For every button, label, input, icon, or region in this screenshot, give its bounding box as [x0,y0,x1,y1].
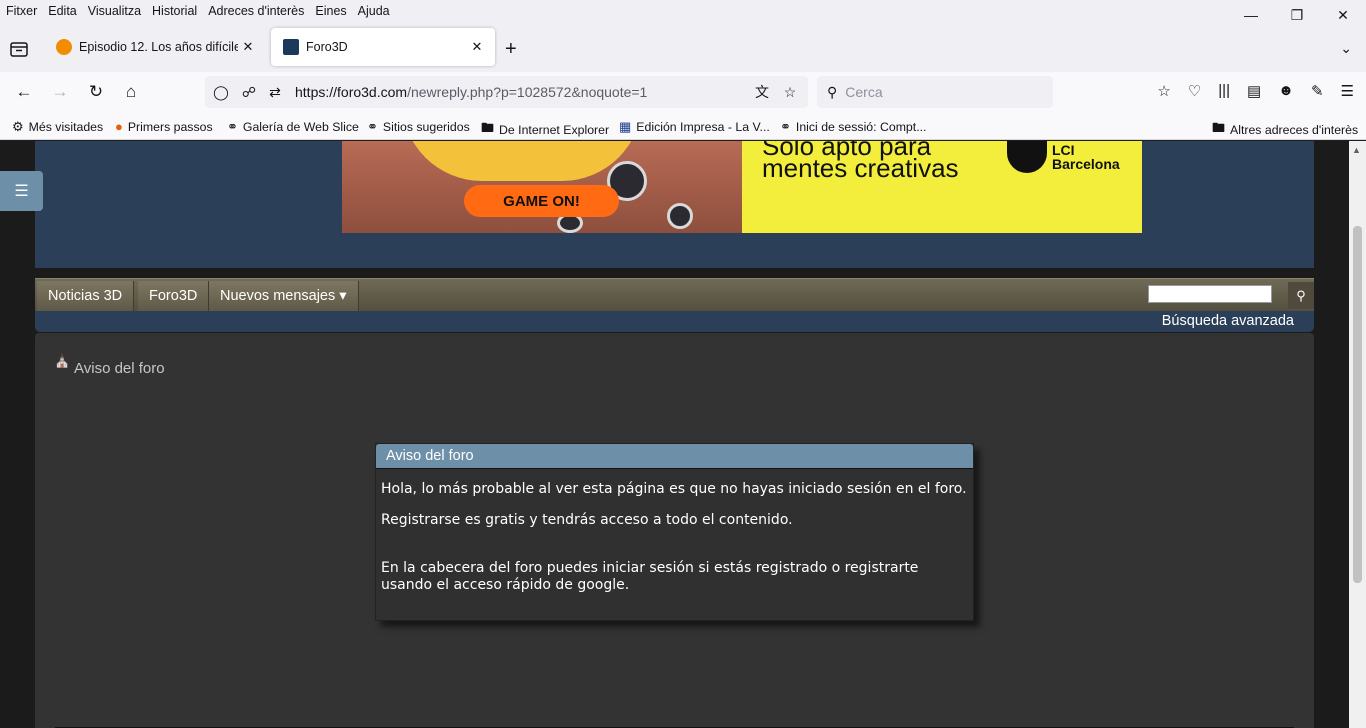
forum-notice-box: Aviso del foro Hola, lo más probable al … [375,443,974,621]
tab-label: Foro3D [306,40,348,54]
library-icon[interactable]: ||| [1218,82,1230,100]
translate-icon[interactable]: 文 [752,82,772,102]
nav-noticias-3d[interactable]: Noticias 3D [37,281,135,311]
side-menu-toggle[interactable]: ☰ [0,171,43,211]
notice-paragraph: En la cabecera del foro puedes iniciar s… [381,560,919,593]
lock-icon[interactable]: ☍ [239,84,259,101]
menu-edita[interactable]: Edita [43,4,82,18]
ad-banner[interactable]: GAME ON! Solo apto para mentes creativas… [342,141,1142,233]
page-viewport: GAME ON! Solo apto para mentes creativas… [0,141,1349,728]
star-icon[interactable]: ☆ [780,84,800,101]
tab-list-icon[interactable] [8,38,30,60]
ad-text-panel: Solo apto para mentes creativas LCI Barce… [742,141,1142,233]
menu-ajuda[interactable]: Ajuda [353,4,395,18]
forward-icon[interactable]: → [50,82,70,102]
foro3d-favicon-icon [283,39,299,55]
search-placeholder: Cerca [845,84,883,100]
vertical-scrollbar[interactable]: ▲ [1349,141,1366,728]
lci-logo-icon [1007,141,1047,173]
tab-foro3d[interactable]: Foro3D ✕ [271,28,495,66]
notice-paragraph: Hola, lo más probable al ver esta página… [381,481,967,497]
ad-orb [667,203,693,229]
menu-adreces[interactable]: Adreces d'interès [203,4,309,18]
pocket-icon[interactable]: ♡ [1188,82,1201,100]
chevron-down-icon[interactable]: ⌄ [1340,40,1352,57]
ad-shape [402,141,642,181]
notice-title: Aviso del foro [376,444,973,469]
tab-close-icon[interactable]: ✕ [467,39,487,55]
tab-label: Episodio 12. Los años difíciles. N [79,40,238,54]
sub-nav: Búsqueda avanzada [35,311,1314,332]
menu-bar: Fitxer Edita Visualitza Historial Adrece… [0,0,1366,22]
search-bar[interactable]: ⚲ Cerca [817,76,1053,108]
bookmark-star-icon[interactable]: ☆ [1157,82,1170,100]
permissions-icon[interactable]: ⇄ [265,84,285,101]
bookmark-primers-passos[interactable]: ● Primers passos [115,119,213,134]
globe-icon: ⚭ [780,119,791,134]
newspaper-icon: ▦ [619,119,632,134]
sidebar-icon[interactable]: ▤ [1247,82,1261,100]
gear-icon: ⚙ [12,119,24,134]
nav-nuevos-mensajes[interactable]: Nuevos mensajes ▾ [209,281,359,311]
site-header: GAME ON! Solo apto para mentes creativas… [35,141,1314,268]
breadcrumb: Aviso del foro [74,360,165,377]
new-tab-icon[interactable]: + [505,38,517,61]
menu-eines[interactable]: Eines [310,4,351,18]
bookmark-galeria[interactable]: ⚭ Galería de Web Slice [227,119,359,135]
url-bar[interactable]: ◯ ☍ ⇄ https://foro3d.com/newreply.php?p=… [205,76,808,108]
tab-episodio[interactable]: Episodio 12. Los años difíciles. N ✕ [44,28,266,66]
bookmark-mes-visitades[interactable]: ⚙ Més visitades [12,119,103,135]
scroll-up-icon[interactable]: ▲ [1352,145,1361,155]
ad-image: GAME ON! [342,141,742,233]
globe-icon: ⚭ [367,119,378,134]
account-icon[interactable]: ☻ [1278,82,1294,100]
bookmarks-bar: ⚙ Més visitades ● Primers passos ⚭ Galería … [0,112,1366,140]
info-icon [56,39,72,55]
game-on-button[interactable]: GAME ON! [464,185,619,217]
shield-icon[interactable]: ◯ [211,84,231,101]
menu-visualitza[interactable]: Visualitza [83,4,146,18]
tab-close-icon[interactable]: ✕ [238,39,258,55]
advanced-search-link[interactable]: Búsqueda avanzada [1162,313,1294,329]
search-icon[interactable]: ⚲ [1288,282,1314,309]
notice-body: Hola, lo más probable al ver esta página… [376,469,973,594]
other-bookmarks[interactable]: 🖿 Altres adreces d'interès [1212,119,1358,141]
home-icon[interactable]: ⛪ [54,353,70,369]
tab-bar: Episodio 12. Los años difíciles. N ✕ For… [0,22,1366,72]
menu-fitxer[interactable]: Fitxer [1,4,42,18]
reload-icon[interactable]: ↻ [86,82,106,102]
menu-historial[interactable]: Historial [147,4,202,18]
forum-search-input[interactable] [1148,285,1272,303]
toolbar-icons: ☆ ♡ ||| ▤ ☻ ✎ ☰ [1157,82,1354,100]
bookmark-sitios[interactable]: ⚭ Sitios sugeridos [367,119,470,135]
main-nav: Noticias 3D Foro3D Nuevos mensajes ▾ ⚲ [35,278,1314,311]
extensions-icon[interactable]: ✎ [1311,82,1324,100]
firefox-icon: ● [115,119,123,134]
folder-icon: 🖿 [1212,120,1226,135]
bookmark-inici[interactable]: ⚭ Inici de sessió: Compt... [780,119,926,135]
back-icon[interactable]: ← [14,82,34,102]
scrollbar-thumb[interactable] [1353,226,1362,583]
nav-bar: ← → ↻ ⌂ ◯ ☍ ⇄ https://foro3d.com/newrepl… [0,72,1366,112]
main-content: ⛪ Aviso del foro Aviso del foro Hola, lo… [35,333,1314,728]
notice-paragraph: Registrarse es gratis y tendrás acceso a… [381,512,793,528]
bookmark-ie[interactable]: 🖿 De Internet Explorer [481,119,609,141]
bookmark-edicion[interactable]: ▦ Edición Impresa - La V... [619,119,770,135]
globe-icon: ⚭ [227,119,238,134]
nav-foro3d[interactable]: Foro3D [138,281,210,311]
ad-line-2: mentes creativas [762,153,959,183]
home-icon[interactable]: ⌂ [121,82,141,102]
lci-brand: LCI Barcelona [1052,142,1120,172]
search-icon: ⚲ [827,83,838,100]
folder-icon: 🖿 [481,120,495,135]
hamburger-menu-icon[interactable]: ☰ [1341,82,1354,100]
url-text[interactable]: https://foro3d.com/newreply.php?p=102857… [295,84,647,100]
